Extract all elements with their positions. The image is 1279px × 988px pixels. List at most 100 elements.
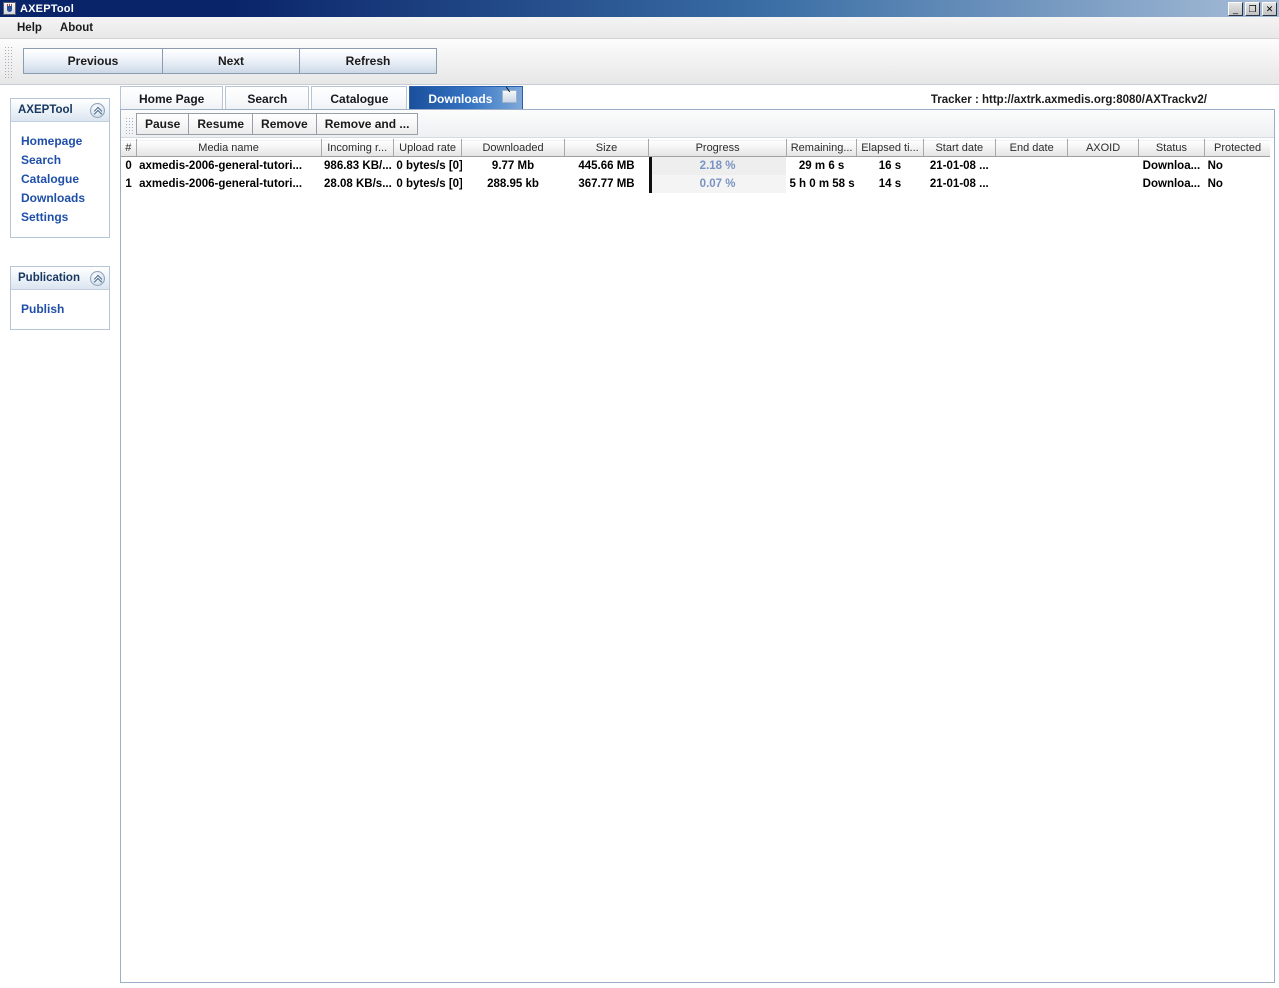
tab-home-page[interactable]: Home Page [120,86,223,110]
downloads-panel: Pause Resume Remove Remove and ... [120,109,1275,983]
table-row[interactable]: 0 axmedis-2006-general-tutori... 986.83 … [121,157,1270,176]
cell-elapsed: 16 s [857,157,923,176]
cell-incoming-rate: 986.83 KB/... [321,157,393,176]
downloads-table: # Media name Incoming r... Upload rate D… [121,139,1270,193]
maximize-icon: ❐ [1246,3,1259,15]
cell-status: Downloa... [1138,157,1204,176]
cell-end-date [996,157,1068,176]
progress-bar: 2.18 % [649,157,787,175]
column-header-status[interactable]: Status [1138,140,1204,157]
cell-downloaded: 9.77 Mb [462,157,565,176]
window-title-bar: AXEPTool _ ❐ ✕ [0,0,1279,17]
sidebar-item-search[interactable]: Search [11,150,109,169]
minimize-button[interactable]: _ [1228,2,1243,16]
cell-protected: No [1205,157,1270,176]
sidebar: AXEPTool Homepage Search Catalogue Downl… [0,86,120,988]
cell-media-name: axmedis-2006-general-tutori... [136,175,321,193]
cell-end-date [996,175,1068,193]
cell-size: 445.66 MB [564,157,648,176]
cell-status: Downloa... [1138,175,1204,193]
column-header-progress[interactable]: Progress [649,140,787,157]
column-header-protected[interactable]: Protected [1205,140,1270,157]
cell-upload-rate: 0 bytes/s [0] [393,175,461,193]
cell-upload-rate: 0 bytes/s [0] [393,157,461,176]
column-header-start-date[interactable]: Start date [923,140,995,157]
sidebar-item-publish[interactable]: Publish [11,299,109,318]
column-header-downloaded[interactable]: Downloaded [462,140,565,157]
sidebar-panel-title-publication: Publication [18,272,80,284]
next-button[interactable]: Next [162,48,300,74]
column-header-size[interactable]: Size [564,140,648,157]
tab-strip: Home Page Search Catalogue Downloads [120,86,1275,110]
column-header-elapsed[interactable]: Elapsed ti... [857,140,923,157]
cell-start-date: 21-01-08 ... [923,175,995,193]
minimize-icon: _ [1229,3,1242,15]
downloads-toolbar: Pause Resume Remove Remove and ... [121,110,1274,138]
cell-size: 367.77 MB [564,175,648,193]
java-coffee-cup-icon [3,2,16,15]
column-header-upload-rate[interactable]: Upload rate [393,140,461,157]
cell-index: 1 [121,175,136,193]
tab-downloads-label: Downloads [428,92,492,106]
main-toolbar: Previous Next Refresh Tracker : http://a… [0,39,1279,85]
tab-close-icon[interactable] [502,90,517,103]
progress-bar-label: 0.07 % [700,178,736,190]
sidebar-item-homepage[interactable]: Homepage [11,131,109,150]
sidebar-item-catalogue[interactable]: Catalogue [11,169,109,188]
menu-item-about[interactable]: About [51,20,102,36]
window-controls: _ ❐ ✕ [1228,2,1277,16]
resume-button[interactable]: Resume [188,113,253,135]
sidebar-panel-title-axeptool: AXEPTool [18,104,73,116]
refresh-button[interactable]: Refresh [299,48,437,74]
close-icon: ✕ [1263,3,1276,15]
downloads-table-container: # Media name Incoming r... Upload rate D… [121,139,1274,982]
window-title: AXEPTool [20,3,74,15]
sidebar-panel-header-publication[interactable]: Publication [11,267,109,290]
cell-index: 0 [121,157,136,176]
progress-bar: 0.07 % [649,175,787,193]
cell-elapsed: 14 s [857,175,923,193]
main-content: Home Page Search Catalogue Downloads Pau… [120,86,1275,983]
sidebar-links-axeptool: Homepage Search Catalogue Downloads Sett… [11,122,109,237]
progress-bar-fill [649,157,652,175]
downloads-toolbar-drag-handle[interactable] [124,116,133,136]
table-header-row: # Media name Incoming r... Upload rate D… [121,140,1270,157]
tab-catalogue[interactable]: Catalogue [311,86,407,110]
cell-remaining: 5 h 0 m 58 s [786,175,856,193]
column-header-axoid[interactable]: AXOID [1068,140,1138,157]
cell-start-date: 21-01-08 ... [923,157,995,176]
table-row[interactable]: 1 axmedis-2006-general-tutori... 28.08 K… [121,175,1270,193]
column-header-index[interactable]: # [121,140,136,157]
previous-button[interactable]: Previous [23,48,163,74]
cell-incoming-rate: 28.08 KB/s... [321,175,393,193]
column-header-media-name[interactable]: Media name [136,140,321,157]
sidebar-panel-header-axeptool[interactable]: AXEPTool [11,99,109,122]
cell-protected: No [1205,175,1270,193]
tab-downloads[interactable]: Downloads [409,86,523,110]
tab-search[interactable]: Search [225,86,309,110]
menu-bar: Help About [0,17,1279,39]
column-header-incoming-rate[interactable]: Incoming r... [321,140,393,157]
progress-bar-fill [649,175,652,193]
cell-axoid [1068,157,1138,176]
toolbar-drag-handle[interactable] [3,45,12,79]
remove-and-button[interactable]: Remove and ... [316,113,419,135]
cell-downloaded: 288.95 kb [462,175,565,193]
remove-button[interactable]: Remove [252,113,317,135]
cell-remaining: 29 m 6 s [786,157,856,176]
chevron-double-up-icon[interactable] [90,103,105,118]
maximize-button[interactable]: ❐ [1245,2,1260,16]
column-header-end-date[interactable]: End date [996,140,1068,157]
cell-media-name: axmedis-2006-general-tutori... [136,157,321,176]
sidebar-panel-publication: Publication Publish [10,266,110,330]
menu-item-help[interactable]: Help [8,20,51,36]
sidebar-item-settings[interactable]: Settings [11,207,109,226]
column-header-remaining[interactable]: Remaining... [786,140,856,157]
close-button[interactable]: ✕ [1262,2,1277,16]
sidebar-panel-axeptool: AXEPTool Homepage Search Catalogue Downl… [10,98,110,238]
sidebar-item-downloads[interactable]: Downloads [11,188,109,207]
cell-axoid [1068,175,1138,193]
pause-button[interactable]: Pause [136,113,189,135]
cell-progress: 0.07 % [649,175,787,193]
chevron-double-up-icon[interactable] [90,271,105,286]
